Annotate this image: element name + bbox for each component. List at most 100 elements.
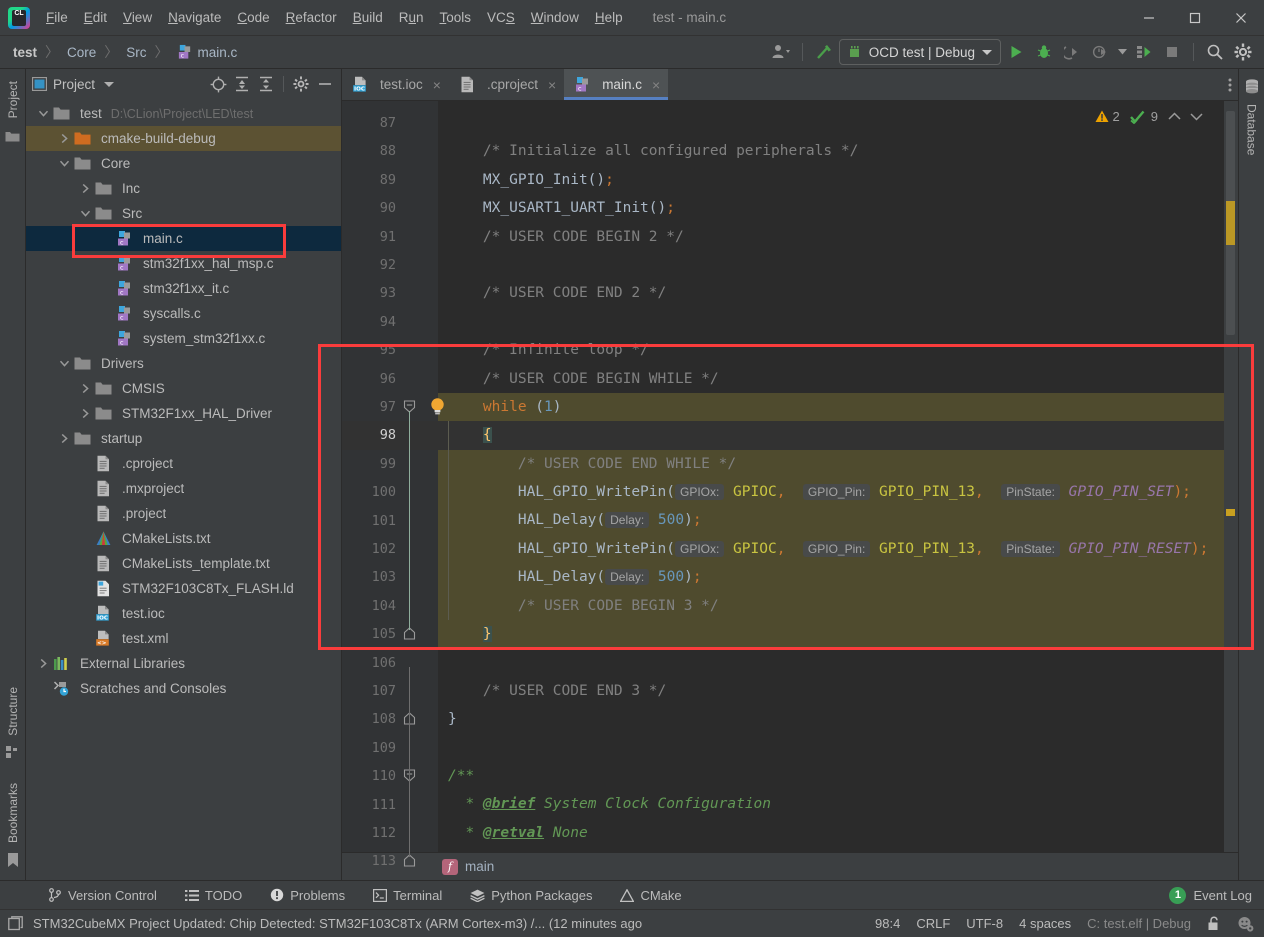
code-line[interactable]: */	[438, 847, 1224, 852]
close-icon[interactable]	[1218, 0, 1264, 36]
code-line[interactable]: /* Infinite loop */	[438, 336, 1224, 364]
code-line[interactable]	[438, 308, 1224, 336]
menu-item-vcs[interactable]: VCS	[479, 7, 523, 28]
tree-node-cmsis[interactable]: CMSIS	[26, 376, 341, 401]
hide-icon[interactable]	[315, 74, 335, 94]
close-tab-icon[interactable]: ×	[433, 77, 441, 93]
breadcrumb-item-test[interactable]: test	[10, 44, 40, 61]
code-line[interactable]: /* USER CODE END WHILE */	[438, 449, 1224, 479]
line-number[interactable]: 96	[352, 365, 396, 393]
tree-node-cmakelists-txt[interactable]: CMakeLists.txt	[26, 526, 341, 551]
line-number[interactable]: 106	[352, 649, 396, 677]
indent-setting[interactable]: 4 spaces	[1019, 916, 1071, 931]
sidebar-item-project[interactable]: Project	[2, 75, 24, 124]
line-number[interactable]: 104	[352, 592, 396, 620]
chevron-down-icon[interactable]	[36, 107, 50, 121]
line-number[interactable]: 92	[352, 251, 396, 279]
line-number[interactable]: 95	[352, 336, 396, 364]
attach-icon[interactable]	[1059, 39, 1085, 65]
line-number[interactable]: 102	[352, 535, 396, 563]
tree-node--mxproject[interactable]: .mxproject	[26, 476, 341, 501]
editor-text[interactable]: /* Initialize all configured peripherals…	[438, 101, 1224, 852]
build-target[interactable]: C: test.elf | Debug	[1087, 916, 1191, 931]
previous-problem-icon[interactable]	[1168, 112, 1186, 121]
menu-item-help[interactable]: Help	[587, 7, 631, 28]
code-line[interactable]: /* USER CODE BEGIN WHILE */	[438, 365, 1224, 393]
line-number[interactable]: 107	[352, 677, 396, 705]
tool-window-version-control[interactable]: Version Control	[34, 888, 171, 903]
tree-node-core[interactable]: Core	[26, 151, 341, 176]
next-problem-icon[interactable]	[1190, 112, 1208, 121]
code-line[interactable]: HAL_Delay(Delay: 500);	[438, 506, 1224, 535]
code-line[interactable]: }	[438, 620, 1224, 649]
code-line[interactable]: /* USER CODE BEGIN 2 */	[438, 223, 1224, 251]
line-number[interactable]: 90	[352, 194, 396, 222]
chevron-down-icon[interactable]	[57, 357, 71, 371]
line-number[interactable]: 100	[352, 478, 396, 506]
tool-window-problems[interactable]: Problems	[256, 888, 359, 903]
tree-node-stm32f1xx-hal-msp-c[interactable]: c stm32f1xx_hal_msp.c	[26, 251, 341, 276]
breadcrumb-item-src[interactable]: Src	[123, 44, 149, 61]
code-line[interactable]	[438, 251, 1224, 279]
tree-node-stm32f103c8tx-flash-ld[interactable]: STM32F103C8Tx_FLASH.ld	[26, 576, 341, 601]
sidebar-item-database[interactable]: Database	[1241, 98, 1263, 161]
tree-node-startup[interactable]: startup	[26, 426, 341, 451]
code-line[interactable]: }	[438, 705, 1224, 733]
caret-position[interactable]: 98:4	[875, 916, 900, 931]
code-line[interactable]: MX_USART1_UART_Init();	[438, 194, 1224, 222]
tree-node--cproject[interactable]: .cproject	[26, 451, 341, 476]
code-line[interactable]: HAL_Delay(Delay: 500);	[438, 563, 1224, 592]
editor-tab-test-ioc[interactable]: IOC test.ioc ×	[342, 69, 449, 100]
tree-node-cmake-build-debug[interactable]: cmake-build-debug	[26, 126, 341, 151]
code-editor[interactable]: 2 9 87 88 89 90 91 92 93 94 95 96 97 98 …	[342, 101, 1238, 869]
menu-item-run[interactable]: Run	[391, 7, 432, 28]
line-number[interactable]: 113	[352, 847, 396, 875]
todo-marker[interactable]	[1226, 201, 1235, 245]
sidebar-item-bookmarks[interactable]: Bookmarks	[2, 777, 24, 849]
code-line[interactable]	[438, 734, 1224, 762]
code-line[interactable]: * @brief System Clock Configuration	[438, 790, 1224, 818]
breadcrumb-item-core[interactable]: Core	[64, 44, 99, 61]
line-number[interactable]: 101	[352, 507, 396, 535]
stop-icon[interactable]	[1159, 39, 1185, 65]
tree-node-src[interactable]: Src	[26, 201, 341, 226]
tree-node-scratches-and-consoles[interactable]: Scratches and Consoles	[26, 676, 341, 701]
chevron-right-icon[interactable]	[57, 132, 71, 146]
hammer-icon[interactable]	[811, 39, 837, 65]
run-icon[interactable]	[1003, 39, 1029, 65]
tree-node-main-c[interactable]: c main.c	[26, 226, 341, 251]
line-number[interactable]: 109	[352, 734, 396, 762]
line-number[interactable]: 98	[352, 421, 396, 449]
minimize-icon[interactable]	[1126, 0, 1172, 36]
line-number[interactable]: 99	[352, 450, 396, 478]
line-number[interactable]: 112	[352, 819, 396, 847]
editor-gutter[interactable]: 87 88 89 90 91 92 93 94 95 96 97 98 99 100 101 102 103 10…	[342, 101, 444, 869]
menu-item-view[interactable]: View	[115, 7, 160, 28]
profile-icon[interactable]	[1087, 39, 1113, 65]
intention-bulb-icon[interactable]	[429, 397, 446, 416]
menu-item-code[interactable]: Code	[229, 7, 277, 28]
line-number[interactable]: 110	[352, 762, 396, 790]
line-number[interactable]: 91	[352, 223, 396, 251]
code-line[interactable]: HAL_GPIO_WritePin(GPIOx: GPIOC, GPIO_Pin…	[438, 478, 1224, 507]
close-tab-icon[interactable]: ×	[548, 77, 556, 93]
file-encoding[interactable]: UTF-8	[966, 916, 1003, 931]
code-line[interactable]: /* USER CODE END 2 */	[438, 279, 1224, 307]
code-line[interactable]: * @retval None	[438, 819, 1224, 847]
chevron-right-icon[interactable]	[36, 657, 50, 671]
menu-item-refactor[interactable]: Refactor	[278, 7, 345, 28]
gear-icon[interactable]	[291, 74, 311, 94]
inspection-face-icon[interactable]	[1237, 916, 1254, 932]
editor-tab--cproject[interactable]: .cproject ×	[449, 69, 564, 100]
line-number[interactable]: 103	[352, 563, 396, 591]
chevron-right-icon[interactable]	[78, 407, 92, 421]
chevron-down-icon[interactable]	[1115, 39, 1129, 65]
line-number[interactable]: 87	[352, 109, 396, 137]
line-number[interactable]: 111	[352, 791, 396, 819]
locate-icon[interactable]	[208, 74, 228, 94]
coverage-icon[interactable]	[1131, 39, 1157, 65]
sidebar-item-structure[interactable]: Structure	[2, 681, 24, 742]
tool-window-terminal[interactable]: Terminal	[359, 888, 456, 903]
code-line[interactable]	[438, 648, 1224, 676]
tree-node--project[interactable]: .project	[26, 501, 341, 526]
